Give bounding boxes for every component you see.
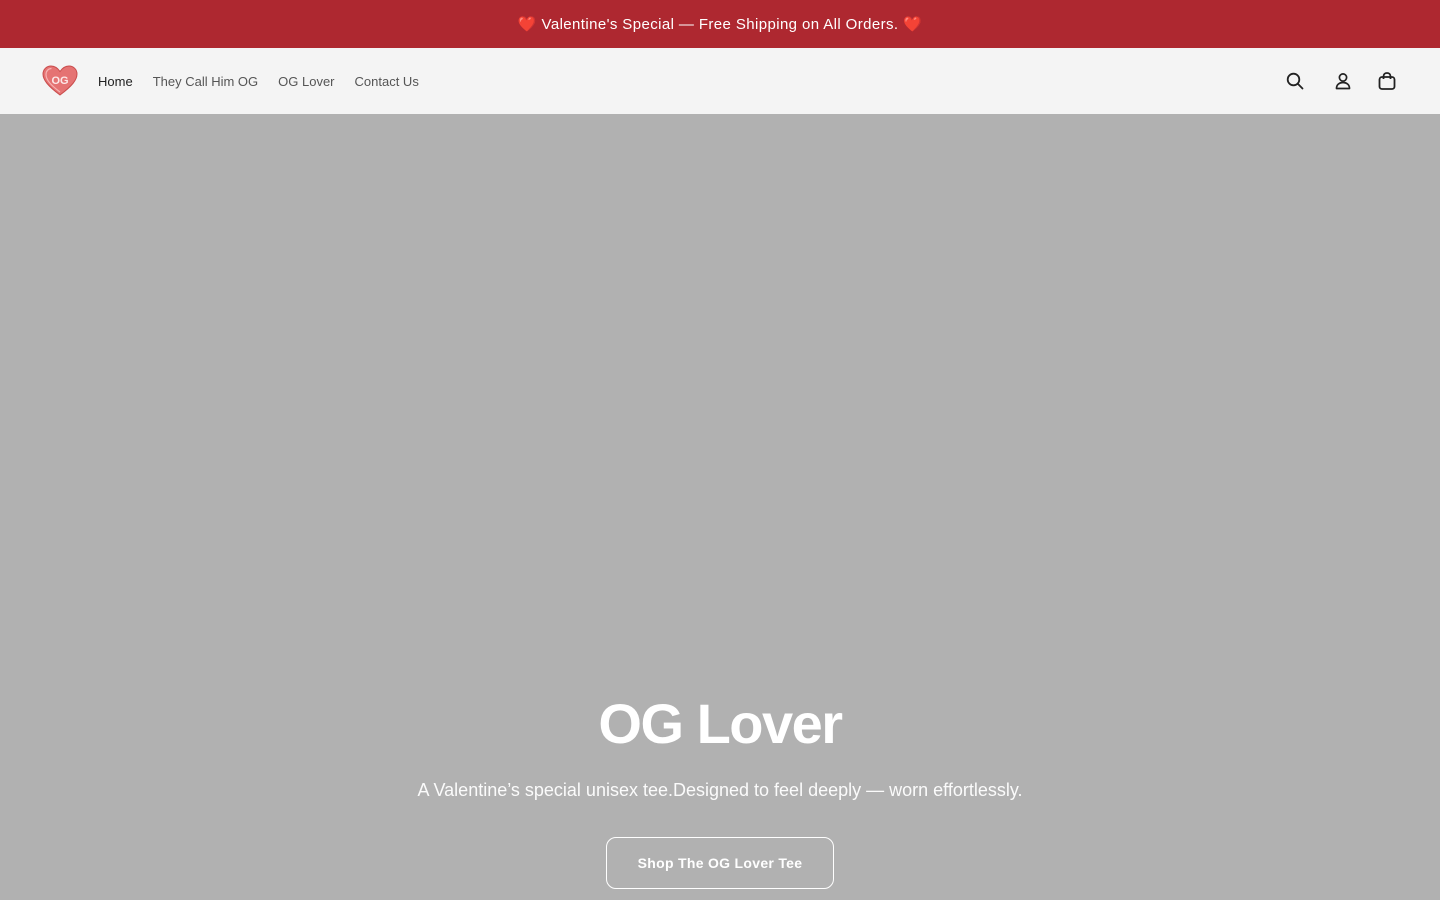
hero-title: OG Lover	[598, 692, 843, 755]
nav-item-contact-us[interactable]: Contact Us	[355, 74, 419, 89]
announcement-bar: ❤️ Valentine's Special — Free Shipping o…	[0, 0, 1440, 48]
cart-button[interactable]	[1376, 70, 1398, 92]
announcement-text: ❤️ Valentine's Special — Free Shipping o…	[517, 16, 923, 33]
search-icon	[1286, 72, 1304, 90]
hero-content: OG Lover A Valentine’s special unisex te…	[0, 692, 1440, 889]
nav-item-home[interactable]: Home	[98, 74, 133, 89]
heart-logo-icon: OG	[42, 65, 78, 96]
logo[interactable]: OG	[42, 65, 78, 97]
nav-item-og-lover[interactable]: OG Lover	[278, 74, 334, 89]
main-nav: Home They Call Him OG OG Lover Contact U…	[98, 74, 419, 89]
cart-icon	[1378, 72, 1396, 90]
search-button[interactable]	[1284, 70, 1306, 92]
logo-text: OG	[51, 75, 68, 87]
shop-og-lover-tee-button[interactable]: Shop The OG Lover Tee	[606, 837, 834, 889]
account-button[interactable]	[1332, 70, 1354, 92]
site-header: OG Home They Call Him OG OG Lover Contac…	[0, 48, 1440, 114]
nav-item-they-call-him-og[interactable]: They Call Him OG	[153, 74, 258, 89]
header-icons	[1284, 70, 1398, 92]
hero-banner: OG Lover A Valentine’s special unisex te…	[0, 114, 1440, 900]
account-icon	[1335, 73, 1351, 90]
hero-subtitle: A Valentine’s special unisex tee.Designe…	[417, 780, 1023, 800]
